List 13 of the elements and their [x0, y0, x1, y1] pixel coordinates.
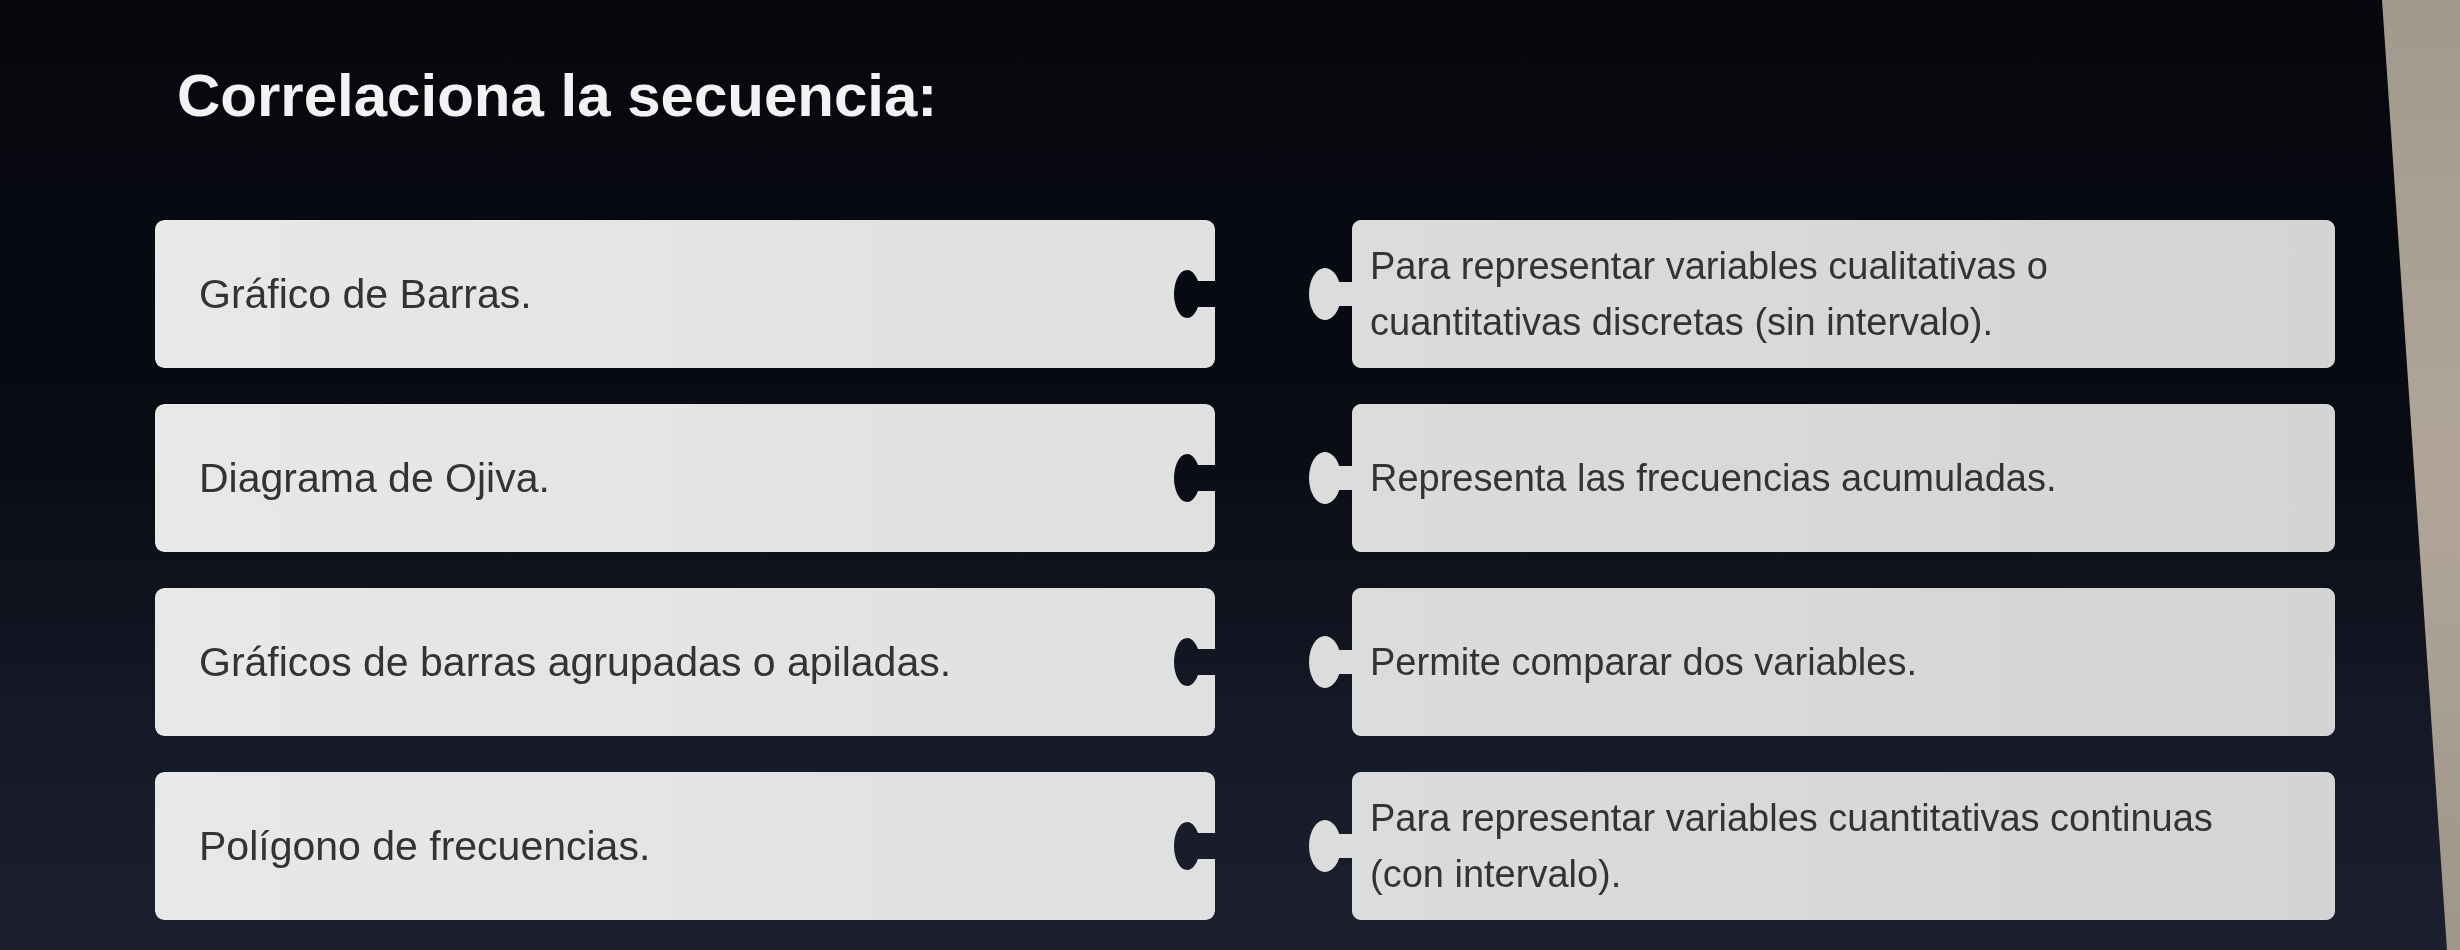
- definition-piece[interactable]: Para representar variables cualitativas o cuantitativas discretas (sin intervalo).: [1308, 220, 2335, 368]
- definition-piece[interactable]: Permite comparar dos variables.: [1308, 588, 2335, 736]
- definition-text: Permite comparar dos variables.: [1370, 640, 1917, 685]
- term-text: Diagrama de Ojiva.: [199, 454, 550, 503]
- definition-text: Representa las frecuencias acumuladas.: [1370, 456, 2057, 501]
- definition-text: Para representar variables cualitativas o cuantitativas discretas (sin intervalo).: [1370, 244, 2048, 345]
- term-text: Polígono de frecuencias.: [199, 822, 651, 871]
- definition-piece[interactable]: Representa las frecuencias acumuladas.: [1308, 404, 2335, 552]
- term-text: Gráficos de barras agrupadas o apiladas.: [199, 638, 952, 687]
- exercise-title: Correlaciona la secuencia:: [177, 62, 938, 129]
- term-text: Gráfico de Barras.: [199, 270, 532, 319]
- definition-text: Para representar variables cuantitativas continuas (con intervalo).: [1370, 796, 2213, 897]
- definition-piece[interactable]: Para representar variables cuantitativas continuas (con intervalo).: [1308, 772, 2335, 920]
